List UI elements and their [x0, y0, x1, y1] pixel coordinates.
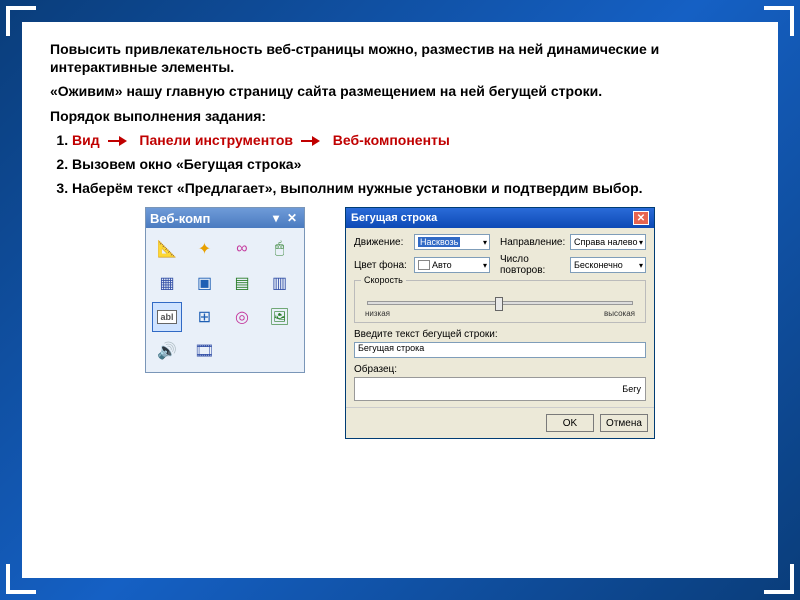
speed-low-label: низкая	[365, 309, 390, 318]
label-movement: Движение:	[354, 237, 410, 248]
slide-content: Повысить привлекательность веб-страницы …	[22, 22, 778, 578]
web-components-toolbar: Веб-комп ▾ ✕ 📐 ✦∞ 🖱 ▦ ▣▤ ▥ abl ⊞◎ 🖼 🔊 🎞	[145, 207, 305, 373]
speed-slider[interactable]	[367, 301, 633, 305]
frame-icon[interactable]: ▣	[190, 268, 220, 298]
marquee-dialog: Бегущая строка ✕ Движение: Насквозь Напр…	[345, 207, 655, 439]
toolbar-dropdown-icon[interactable]: ▾	[268, 210, 284, 226]
select-repeat[interactable]: Бесконечно	[570, 257, 646, 273]
label-bgcolor: Цвет фона:	[354, 260, 410, 271]
web-wizard-icon[interactable]: 📐	[152, 234, 182, 264]
sparkle-icon[interactable]: ✦	[190, 234, 220, 264]
media-icon[interactable]: 🎞	[190, 336, 220, 366]
para-1: Повысить привлекательность веб-страницы …	[50, 41, 659, 75]
toolbar-icon-grid: 📐 ✦∞ 🖱 ▦ ▣▤ ▥ abl ⊞◎ 🖼 🔊 🎞	[146, 228, 304, 372]
arrow-icon	[108, 136, 132, 146]
slider-thumb-icon[interactable]	[495, 297, 503, 311]
cancel-button[interactable]: Отмена	[600, 414, 648, 432]
spreadsheet-icon[interactable]: ▥	[265, 268, 295, 298]
ok-button[interactable]: OK	[546, 414, 594, 432]
label-direction: Направление:	[500, 237, 566, 248]
preview-area: Бегу	[354, 377, 646, 401]
step-1a: Вид	[72, 132, 100, 148]
hover-icon[interactable]: 🖱	[265, 234, 295, 264]
color-swatch-icon	[418, 260, 430, 270]
marquee-icon[interactable]: abl	[152, 302, 182, 332]
speed-group: Скорость низкая высокая	[354, 280, 646, 323]
image-icon[interactable]: 🖼	[265, 302, 295, 332]
select-movement[interactable]: Насквозь	[414, 234, 490, 250]
dialog-close-icon[interactable]: ✕	[633, 211, 649, 225]
dialog-titlebar[interactable]: Бегущая строка ✕	[346, 208, 654, 228]
step-2: Вызовем окно «Бегущая строка»	[72, 155, 750, 173]
toolbar-titlebar[interactable]: Веб-комп ▾ ✕	[146, 208, 304, 228]
marquee-text-input[interactable]: Бегущая строка	[354, 342, 646, 358]
select-bgcolor[interactable]: Авто	[414, 257, 490, 273]
step-3: Наберём текст «Предлагает», выполним нуж…	[72, 179, 750, 197]
select-direction[interactable]: Справа налево	[570, 234, 646, 250]
dialog-title: Бегущая строка	[351, 212, 437, 224]
toolbar-close-icon[interactable]: ✕	[284, 210, 300, 226]
link-icon[interactable]: ∞	[227, 234, 257, 264]
speed-high-label: высокая	[604, 309, 635, 318]
label-preview: Образец:	[354, 364, 646, 375]
sound-icon[interactable]: 🔊	[152, 336, 182, 366]
para-3: Порядок выполнения задания:	[50, 108, 266, 124]
layer-icon[interactable]: ▦	[152, 268, 182, 298]
step-1: Вид Панели инструментов Веб-компоненты	[72, 131, 750, 149]
hit-icon[interactable]: ◎	[227, 302, 257, 332]
label-input: Введите текст бегущей строки:	[354, 329, 646, 340]
arrow-icon	[301, 136, 325, 146]
table-icon[interactable]: ▤	[227, 268, 257, 298]
label-repeat: Число повторов:	[500, 254, 566, 276]
toolbar-title: Веб-комп	[150, 211, 210, 226]
step-1b: Панели инструментов	[139, 132, 293, 148]
para-2: «Оживим» нашу главную страницу сайта раз…	[50, 83, 602, 99]
insert-icon[interactable]: ⊞	[190, 302, 220, 332]
step-1c: Веб-компоненты	[333, 132, 450, 148]
speed-group-label: Скорость	[361, 275, 406, 285]
